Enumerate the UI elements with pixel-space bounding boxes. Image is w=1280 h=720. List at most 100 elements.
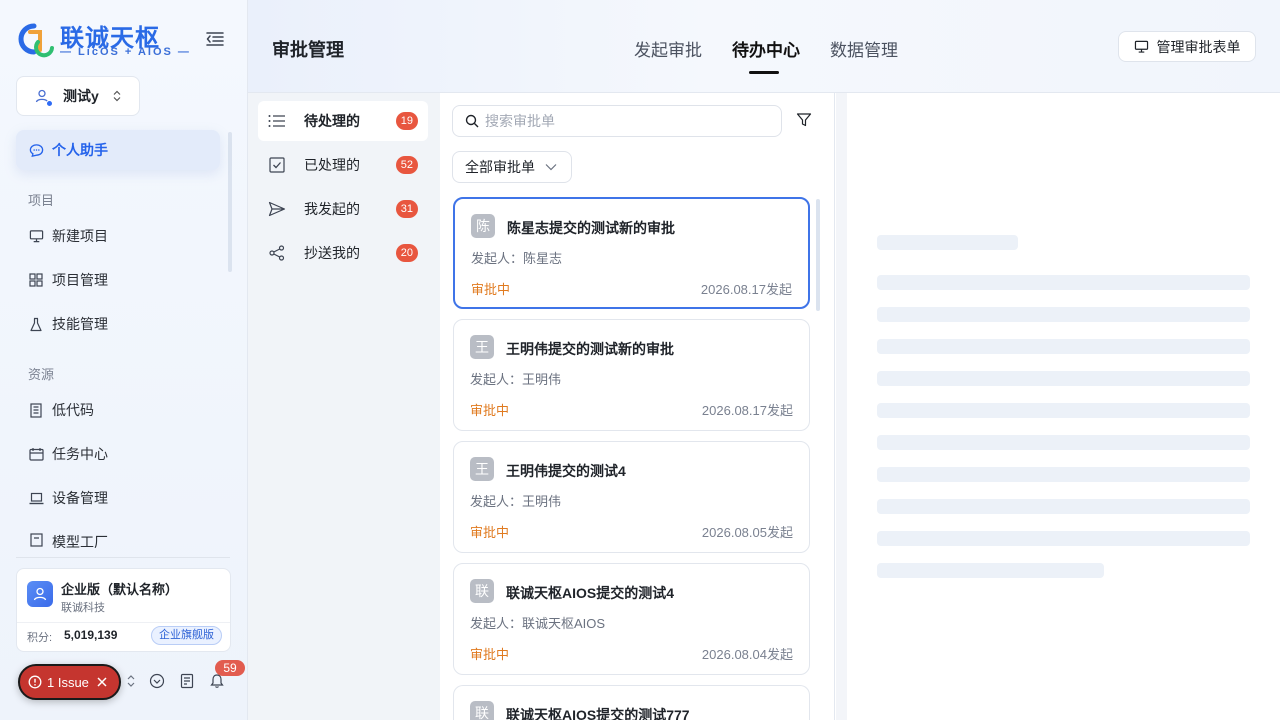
workspace-switcher[interactable]: 测试y	[16, 76, 140, 116]
logo-mark-icon	[18, 23, 54, 58]
tab-todo-center[interactable]: 待办中心	[732, 36, 800, 61]
filter-label: 我发起的	[304, 201, 360, 217]
user-icon	[33, 587, 47, 601]
skeleton-line	[877, 235, 1018, 250]
approval-status: 审批中	[470, 525, 510, 540]
approval-initiator: 发起人：联诚天枢AIOS	[470, 616, 606, 631]
enterprise-divider	[17, 622, 230, 623]
approval-date: 2026.08.04发起	[701, 647, 793, 662]
initiator-avatar: 联	[470, 701, 494, 720]
monitor-icon	[1134, 40, 1149, 53]
enterprise-card[interactable]: 企业版（默认名称） 联诚科技 积分: 5,019,139 企业旗舰版	[16, 568, 231, 652]
sidebar: 联诚天枢 — LicOS + AIOS — 测试y 个人助手 项目 新建项目 项…	[0, 0, 248, 720]
sidebar-item-skill-management[interactable]: 技能管理	[16, 304, 220, 344]
chevron-circle-icon[interactable]	[148, 672, 166, 690]
filter-label: 已处理的	[304, 157, 360, 173]
sidebar-item-device-management[interactable]: 设备管理	[16, 478, 220, 518]
filter-funnel-button[interactable]	[796, 112, 814, 130]
skeleton-line	[877, 435, 1250, 450]
brand-logo[interactable]: 联诚天枢 — LicOS + AIOS —	[16, 18, 189, 62]
sidebar-scrollbar[interactable]	[228, 132, 232, 272]
sidebar-divider	[16, 557, 230, 558]
initiator-avatar: 王	[470, 335, 494, 359]
factory-icon	[28, 532, 44, 548]
issue-indicator[interactable]: 1 Issue	[18, 664, 121, 700]
document-icon[interactable]	[178, 672, 196, 690]
page-title: 审批管理	[272, 40, 344, 60]
building-icon	[28, 402, 44, 418]
approval-status: 审批中	[470, 647, 510, 662]
filter-label: 抄送我的	[304, 245, 360, 261]
approval-title: 联诚天枢AIOS提交的测试777	[506, 707, 690, 720]
filter-processed[interactable]: 已处理的 52	[258, 145, 428, 185]
search-input[interactable]	[485, 113, 765, 129]
points-label: 积分:	[27, 632, 53, 644]
tab-start-approval[interactable]: 发起审批	[634, 36, 702, 61]
sidebar-item-model-factory[interactable]: 模型工厂	[16, 522, 220, 548]
updown-caret-icon	[113, 90, 121, 102]
sidebar-item-low-code[interactable]: 低代码	[16, 390, 220, 430]
approval-title: 联诚天枢AIOS提交的测试4	[506, 585, 675, 601]
collapse-menu-icon	[206, 32, 224, 46]
search-box[interactable]	[452, 105, 782, 137]
collapse-sidebar-button[interactable]	[204, 28, 226, 50]
calendar-icon	[28, 446, 44, 462]
enterprise-name: 企业版（默认名称）	[61, 582, 179, 597]
enterprise-avatar	[27, 581, 53, 607]
count-badge: 31	[395, 200, 418, 218]
checkbox-icon	[268, 156, 286, 174]
skeleton-line	[877, 403, 1250, 418]
manage-forms-button[interactable]: 管理审批表单	[1118, 31, 1256, 62]
skeleton-line	[877, 307, 1250, 322]
approval-title: 王明伟提交的测试4	[506, 463, 626, 479]
approval-card[interactable]: 陈 陈星志提交的测试新的审批 发起人：陈星志 审批中 2026.08.17发起	[453, 197, 810, 309]
active-tab-indicator	[749, 71, 779, 74]
skeleton-line	[877, 371, 1250, 386]
plan-badge: 企业旗舰版	[151, 626, 222, 645]
list-scrollbar[interactable]	[816, 199, 820, 311]
sidebar-item-label: 新建项目	[52, 228, 108, 244]
count-badge: 20	[395, 244, 418, 262]
initiator-avatar: 联	[470, 579, 494, 603]
filter-cc-to-me[interactable]: 抄送我的 20	[258, 233, 428, 273]
approval-initiator: 发起人：陈星志	[471, 251, 563, 266]
filter-initiated-by-me[interactable]: 我发起的 31	[258, 189, 428, 229]
approval-card[interactable]: 王 王明伟提交的测试新的审批 发起人：王明伟 审批中 2026.08.17发起	[453, 319, 810, 431]
skeleton-line	[877, 499, 1250, 514]
approval-filter-panel: 待处理的 19 已处理的 52 我发起的 31 抄送我的 20	[248, 93, 440, 720]
filter-pending[interactable]: 待处理的 19	[258, 101, 428, 141]
enterprise-org: 联诚科技	[61, 602, 105, 614]
laptop-icon	[28, 490, 44, 506]
detail-skeleton	[847, 93, 1280, 720]
approval-status: 审批中	[471, 282, 511, 297]
sidebar-section-title: 资源	[28, 367, 55, 382]
chevron-down-icon	[545, 163, 557, 171]
approval-date: 2026.08.05发起	[701, 525, 793, 540]
top-header: 审批管理 发起审批 待办中心 数据管理 管理审批表单	[248, 0, 1280, 93]
sidebar-item-label: 模型工厂	[52, 534, 108, 548]
monitor-icon	[28, 228, 44, 244]
skeleton-line	[877, 275, 1250, 290]
skeleton-line	[877, 563, 1104, 578]
chat-icon	[28, 142, 44, 158]
send-icon	[268, 200, 286, 218]
sidebar-item-task-center[interactable]: 任务中心	[16, 434, 220, 474]
notification-count-badge: 59	[215, 660, 245, 676]
sidebar-item-new-project[interactable]: 新建项目	[16, 216, 220, 256]
workspace-avatar	[31, 85, 53, 107]
sidebar-item-assistant[interactable]: 个人助手	[16, 130, 220, 170]
tab-data-management[interactable]: 数据管理	[830, 36, 898, 61]
approval-type-value: 全部审批单	[465, 159, 535, 175]
updown-icon[interactable]	[122, 672, 140, 690]
list-icon	[268, 112, 286, 130]
approval-card[interactable]: 联 联诚天枢AIOS提交的测试4 发起人：联诚天枢AIOS 审批中 2026.0…	[453, 563, 810, 675]
approval-card[interactable]: 联 联诚天枢AIOS提交的测试777	[453, 685, 810, 720]
funnel-icon	[796, 113, 812, 127]
sidebar-item-project-management[interactable]: 项目管理	[16, 260, 220, 300]
initiator-avatar: 王	[470, 457, 494, 481]
count-badge: 19	[395, 112, 418, 130]
close-icon[interactable]	[97, 677, 107, 687]
approval-type-select[interactable]: 全部审批单	[452, 151, 572, 183]
approval-card[interactable]: 王 王明伟提交的测试4 发起人：王明伟 审批中 2026.08.05发起	[453, 441, 810, 553]
approval-title: 王明伟提交的测试新的审批	[506, 341, 674, 357]
